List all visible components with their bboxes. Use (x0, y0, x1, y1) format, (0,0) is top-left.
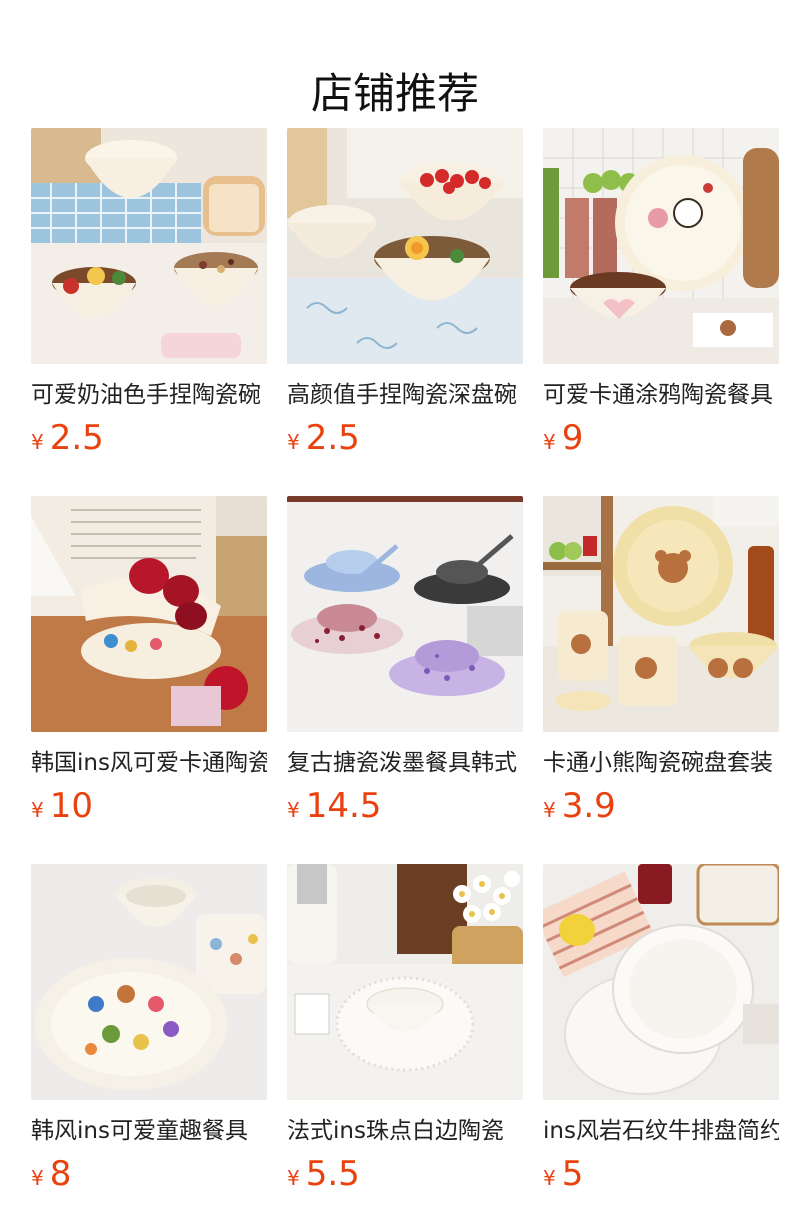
product-card[interactable]: 可爱奶油色手捏陶瓷碗 ¥2.5 (31, 128, 267, 468)
product-price: ¥2.5 (287, 416, 360, 460)
product-name[interactable]: 可爱卡通涂鸦陶瓷餐具 (543, 378, 779, 412)
product-price: ¥10 (31, 784, 93, 828)
product-name[interactable]: 法式ins珠点白边陶瓷 (287, 1114, 523, 1148)
product-price: ¥9 (543, 416, 583, 460)
product-image[interactable] (287, 128, 523, 364)
price-amount: 5.5 (305, 1154, 360, 1194)
product-image[interactable] (543, 496, 779, 732)
currency-symbol: ¥ (543, 1166, 556, 1190)
currency-symbol: ¥ (287, 798, 300, 822)
product-image[interactable] (31, 864, 267, 1100)
product-name[interactable]: 复古搪瓷泼墨餐具韩式 (287, 746, 523, 780)
product-name[interactable]: 韩风ins可爱童趣餐具 (31, 1114, 267, 1148)
product-name[interactable]: 高颜值手捏陶瓷深盘碗 (287, 378, 523, 412)
currency-symbol: ¥ (287, 430, 300, 454)
product-card[interactable]: ins风岩石纹牛排盘简约 ¥5 (543, 864, 779, 1204)
product-image[interactable] (543, 864, 779, 1100)
product-price: ¥8 (31, 1152, 71, 1196)
currency-symbol: ¥ (543, 798, 556, 822)
product-card[interactable]: 卡通小熊陶瓷碗盘套装 ¥3.9 (543, 496, 779, 836)
product-card[interactable]: 韩国ins风可爱卡通陶瓷 ¥10 (31, 496, 267, 836)
product-image[interactable] (543, 128, 779, 364)
product-price: ¥3.9 (543, 784, 616, 828)
product-image[interactable] (287, 864, 523, 1100)
product-card[interactable]: 可爱卡通涂鸦陶瓷餐具 ¥9 (543, 128, 779, 468)
product-card[interactable]: 高颜值手捏陶瓷深盘碗 ¥2.5 (287, 128, 523, 468)
price-amount: 5 (561, 1154, 584, 1194)
product-price: ¥5.5 (287, 1152, 360, 1196)
product-card[interactable]: 复古搪瓷泼墨餐具韩式 ¥14.5 (287, 496, 523, 836)
product-card[interactable]: 韩风ins可爱童趣餐具 ¥8 (31, 864, 267, 1204)
product-name[interactable]: 可爱奶油色手捏陶瓷碗 (31, 378, 267, 412)
currency-symbol: ¥ (31, 1166, 44, 1190)
product-price: ¥5 (543, 1152, 583, 1196)
product-name[interactable]: 卡通小熊陶瓷碗盘套装 (543, 746, 779, 780)
section-title: 店铺推荐 (310, 69, 479, 119)
price-amount: 2.5 (305, 418, 360, 458)
price-amount: 8 (49, 1154, 72, 1194)
currency-symbol: ¥ (31, 430, 44, 454)
product-price: ¥2.5 (31, 416, 104, 460)
price-amount: 14.5 (305, 786, 382, 826)
product-image[interactable] (31, 496, 267, 732)
price-amount: 10 (49, 786, 93, 826)
price-amount: 2.5 (49, 418, 104, 458)
price-amount: 3.9 (561, 786, 616, 826)
currency-symbol: ¥ (31, 798, 44, 822)
product-price: ¥14.5 (287, 784, 381, 828)
price-amount: 9 (561, 418, 584, 458)
product-image[interactable] (31, 128, 267, 364)
product-name[interactable]: 韩国ins风可爱卡通陶瓷 (31, 746, 267, 780)
currency-symbol: ¥ (543, 430, 556, 454)
product-name[interactable]: ins风岩石纹牛排盘简约 (543, 1114, 779, 1148)
product-card[interactable]: 法式ins珠点白边陶瓷 ¥5.5 (287, 864, 523, 1204)
currency-symbol: ¥ (287, 1166, 300, 1190)
product-image[interactable] (287, 496, 523, 732)
